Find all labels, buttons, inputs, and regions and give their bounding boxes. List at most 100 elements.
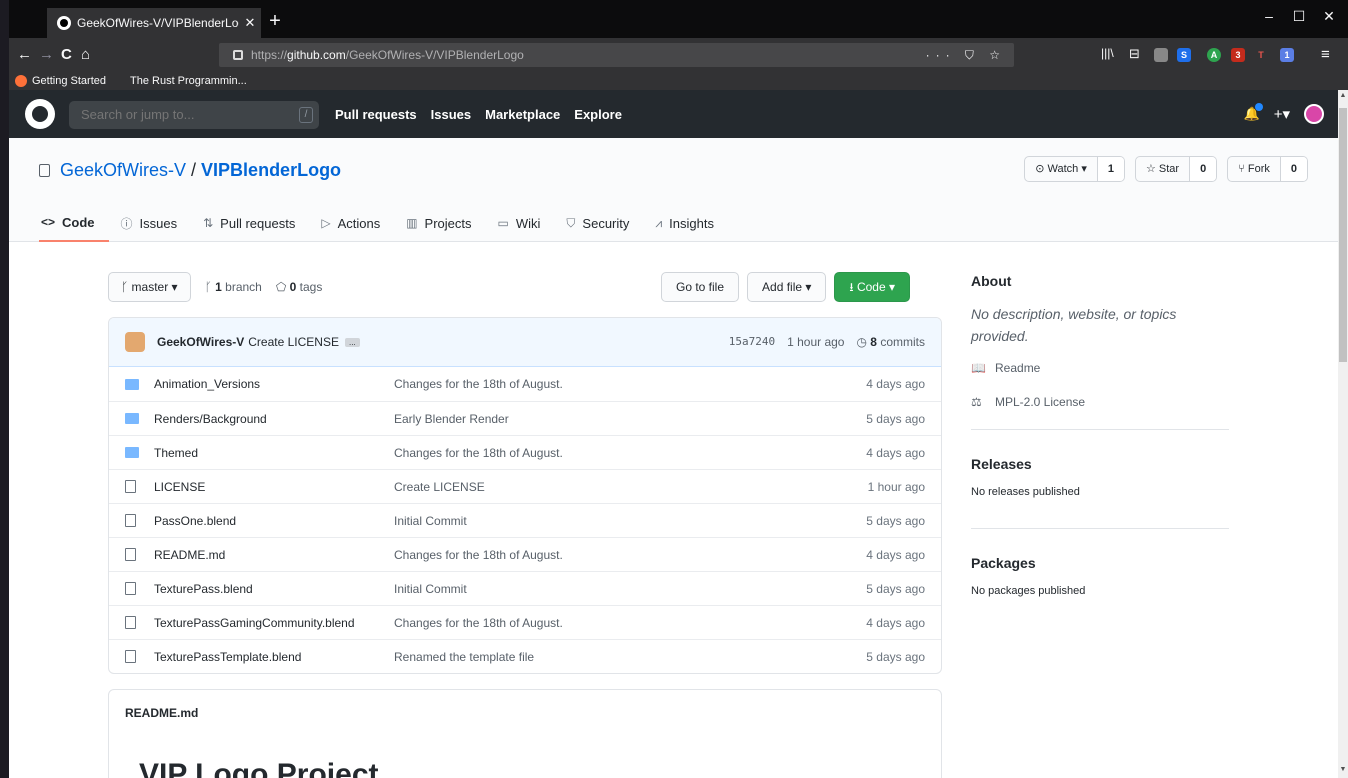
star-label: ☆ Star (1136, 157, 1191, 181)
notification-dot (1254, 103, 1263, 111)
tab-bar: GeekOfWires-V/VIPBlenderLogo ✕ + – ☐ ✕ (9, 0, 1348, 38)
file-name-link[interactable]: TexturePassTemplate.blend (154, 650, 394, 664)
commit-message[interactable]: Create LICENSE (248, 335, 339, 349)
repo-name-link[interactable]: VIPBlenderLogo (201, 160, 341, 181)
forward-icon[interactable]: → (39, 46, 54, 63)
file-name-link[interactable]: TexturePassGamingCommunity.blend (154, 616, 394, 630)
table-row[interactable]: Animation_Versions Changes for the 18th o… (109, 367, 941, 401)
nav-pull-requests[interactable]: Pull requests (335, 107, 417, 122)
go-to-file-button[interactable]: Go to file (661, 272, 740, 302)
page-scrollbar[interactable]: ▲ ▼ (1338, 90, 1348, 778)
file-name-link[interactable]: LICENSE (154, 480, 394, 494)
menu-icon[interactable]: ≡ (1321, 46, 1330, 63)
extension-account-icon[interactable] (1154, 48, 1168, 62)
tab-insights[interactable]: ⩘ Insights (653, 204, 728, 242)
minimize-button[interactable]: – (1255, 8, 1283, 24)
file-commit-message[interactable]: Initial Commit (394, 514, 866, 528)
table-row[interactable]: LICENSE Create LICENSE 1 hour ago (109, 469, 941, 503)
file-name-link[interactable]: README.md (154, 548, 394, 562)
tab-projects[interactable]: ▥ Projects (404, 204, 485, 242)
notification-icon[interactable]: 🔔 (1244, 103, 1263, 122)
nav-marketplace[interactable]: Marketplace (485, 107, 560, 122)
tab-wiki[interactable]: ▭ Wiki (496, 204, 555, 242)
tab-code[interactable]: <> Code (39, 204, 109, 242)
repo-header: GeekOfWires-V / VIPBlenderLogo ⊙ Watch ▾… (9, 138, 1338, 242)
code-button[interactable]: ⭳ Code ▾ (834, 272, 911, 302)
file-commit-message[interactable]: Renamed the template file (394, 650, 866, 664)
table-row[interactable]: TexturePass.blend Initial Commit 5 days ag… (109, 571, 941, 605)
tab-close-icon[interactable]: ✕ (239, 15, 261, 31)
commit-expand-button[interactable]: ... (344, 337, 360, 347)
extension-s-icon[interactable]: S (1177, 48, 1191, 62)
reload-icon[interactable]: C (61, 46, 72, 63)
table-row[interactable]: README.md Changes for the 18th of August.… (109, 537, 941, 571)
file-commit-message[interactable]: Create LICENSE (394, 480, 868, 494)
url-bar[interactable]: https://github.com/GeekOfWires-V/VIPBlen… (219, 43, 1014, 67)
file-commit-message[interactable]: Changes for the 18th of August. (394, 548, 866, 562)
extension-ublock-icon[interactable]: 3 (1231, 48, 1245, 62)
license-link[interactable]: ⚖ MPL-2.0 License (971, 395, 1229, 409)
tags-link[interactable]: ⬠ 0 tags (276, 280, 322, 294)
packages-title[interactable]: Packages (971, 555, 1229, 571)
branch-selector[interactable]: ᚴ master ▾ (108, 272, 191, 302)
scroll-down-icon[interactable]: ▼ (1338, 766, 1348, 773)
tab-actions[interactable]: ▷ Actions (319, 204, 394, 242)
watch-button[interactable]: ⊙ Watch ▾ 1 (1024, 156, 1125, 182)
table-row[interactable]: Themed Changes for the 18th of August. 4 d… (109, 435, 941, 469)
user-avatar[interactable] (1304, 104, 1324, 124)
file-name-link[interactable]: Animation_Versions (154, 377, 394, 391)
table-row[interactable]: TexturePassGamingCommunity.blend Changes … (109, 605, 941, 639)
commit-sha[interactable]: 15a7240 (729, 335, 775, 349)
maximize-button[interactable]: ☐ (1285, 8, 1313, 25)
add-file-button[interactable]: Add file ▾ (747, 272, 827, 302)
file-name-link[interactable]: Renders/Background (154, 412, 394, 426)
bookmark-rust[interactable]: The Rust Programmin... (130, 75, 247, 87)
table-row[interactable]: PassOne.blend Initial Commit 5 days ago (109, 503, 941, 537)
branches-link[interactable]: ᚴ 1 branch (205, 280, 262, 294)
commit-time: 1 hour ago (787, 335, 845, 349)
tab-security[interactable]: ⛉ Security (564, 204, 643, 242)
repo-owner-link[interactable]: GeekOfWires-V (60, 160, 186, 181)
file-commit-message[interactable]: Early Blender Render (394, 412, 866, 426)
file-icon (125, 582, 139, 595)
file-commit-message[interactable]: Changes for the 18th of August. (394, 377, 866, 391)
extension-t-icon[interactable]: T (1254, 48, 1268, 62)
file-name-link[interactable]: Themed (154, 446, 394, 460)
table-row[interactable]: Renders/Background Early Blender Render 5 … (109, 401, 941, 435)
new-tab-button[interactable]: + (261, 8, 289, 36)
search-input[interactable] (69, 101, 319, 129)
file-commit-message[interactable]: Changes for the 18th of August. (394, 616, 866, 630)
create-new-button[interactable]: +▾ (1274, 105, 1290, 123)
extension-a-icon[interactable]: A (1207, 48, 1221, 62)
releases-title[interactable]: Releases (971, 456, 1229, 472)
table-row[interactable]: TexturePassTemplate.blend Renamed the tem… (109, 639, 941, 673)
sidebar-icon[interactable]: ⊟ (1129, 46, 1140, 62)
nav-issues[interactable]: Issues (431, 107, 471, 122)
author-avatar[interactable] (125, 332, 145, 352)
extension-m-icon[interactable]: 1 (1280, 48, 1294, 62)
fork-button[interactable]: ⑂ Fork 0 (1227, 156, 1308, 182)
library-icon[interactable]: |||\ (1101, 46, 1114, 60)
packages-text: No packages published (971, 585, 1086, 597)
browser-tab[interactable]: GeekOfWires-V/VIPBlenderLogo ✕ (47, 8, 261, 38)
tab-pull-requests[interactable]: ⇅ Pull requests (201, 204, 309, 242)
nav-explore[interactable]: Explore (574, 107, 622, 122)
commit-author[interactable]: GeekOfWires-V (157, 335, 244, 349)
file-name-link[interactable]: PassOne.blend (154, 514, 394, 528)
file-name-link[interactable]: TexturePass.blend (154, 582, 394, 596)
file-commit-message[interactable]: Changes for the 18th of August. (394, 446, 866, 460)
close-window-button[interactable]: ✕ (1315, 8, 1343, 25)
readme-link[interactable]: 📖 Readme (971, 361, 1229, 375)
back-icon[interactable]: ← (17, 46, 32, 63)
scroll-up-icon[interactable]: ▲ (1338, 92, 1348, 99)
file-commit-message[interactable]: Initial Commit (394, 582, 866, 596)
latest-commit: GeekOfWires-V Create LICENSE ... 15a7240… (109, 318, 941, 367)
github-logo-icon[interactable] (25, 99, 55, 129)
star-button[interactable]: ☆ Star 0 (1135, 156, 1218, 182)
bookmark-getting-started[interactable]: Getting Started (15, 75, 106, 87)
tab-issues[interactable]: ⓘ Issues (119, 204, 192, 242)
commits-link[interactable]: ◷ 8 commits (856, 335, 925, 349)
home-icon[interactable]: ⌂ (81, 46, 90, 63)
scrollbar-thumb[interactable] (1339, 108, 1347, 362)
page-actions-icon[interactable]: ··· ⛉ ☆ (926, 48, 1006, 63)
